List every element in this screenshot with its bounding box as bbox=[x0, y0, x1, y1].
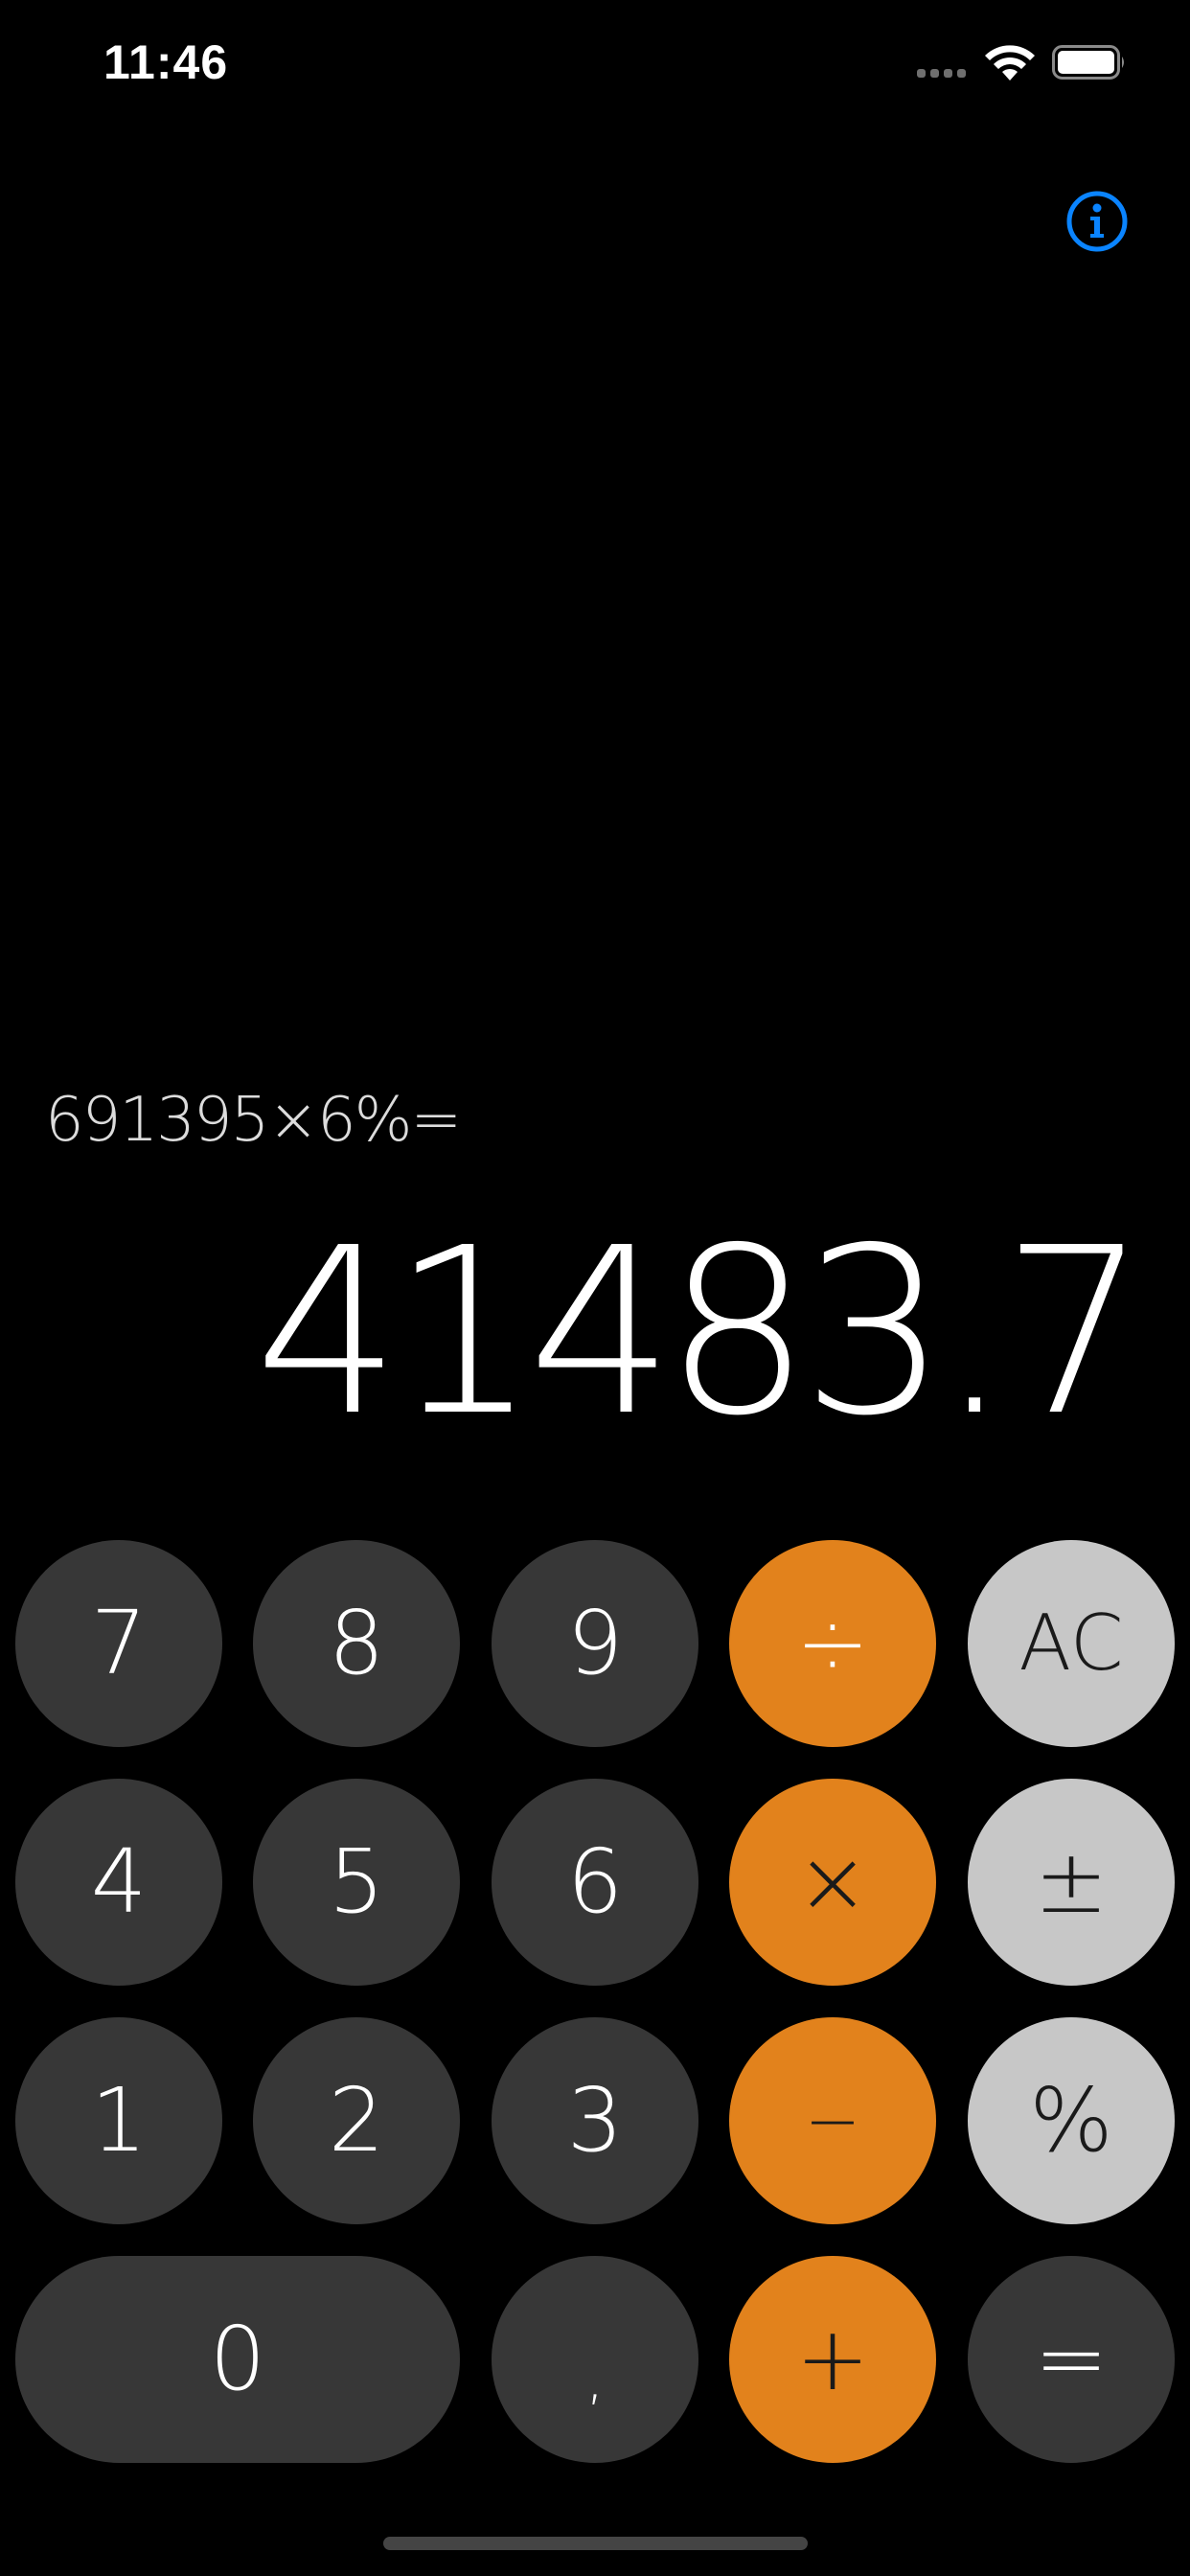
key-label: − bbox=[804, 2082, 861, 2160]
key-label: × bbox=[795, 1830, 870, 1933]
key-2[interactable]: 2 bbox=[253, 2017, 460, 2224]
expression-display: 691395×6%= bbox=[45, 1085, 462, 1156]
info-icon[interactable] bbox=[1065, 190, 1129, 253]
multiply-button[interactable]: × bbox=[729, 1779, 936, 1986]
all-clear-button[interactable]: AC bbox=[968, 1540, 1175, 1747]
key-label: + bbox=[795, 2308, 870, 2410]
key-label: 6 bbox=[566, 1830, 624, 1933]
equals-button[interactable]: = bbox=[968, 2256, 1175, 2463]
key-label: 1 bbox=[90, 2069, 148, 2172]
key-7[interactable]: 7 bbox=[15, 1540, 222, 1747]
key-label: , bbox=[585, 2345, 605, 2412]
key-label: 7 bbox=[90, 1592, 148, 1694]
key-label: ÷ bbox=[795, 1592, 870, 1694]
key-label: 9 bbox=[566, 1592, 624, 1694]
key-label: AC bbox=[1018, 1598, 1124, 1688]
key-label: 0 bbox=[209, 2308, 266, 2410]
key-label: 5 bbox=[328, 1830, 385, 1933]
key-9[interactable]: 9 bbox=[492, 1540, 698, 1747]
plus-minus-button[interactable]: ± bbox=[968, 1779, 1175, 1986]
divide-button[interactable]: ÷ bbox=[729, 1540, 936, 1747]
wifi-icon bbox=[985, 45, 1035, 80]
key-label: ± bbox=[1034, 1830, 1109, 1933]
key-0[interactable]: 0 bbox=[15, 2256, 460, 2463]
key-label: 4 bbox=[90, 1830, 148, 1933]
key-label: 2 bbox=[328, 2069, 385, 2172]
decimal-comma-button[interactable]: , bbox=[492, 2256, 698, 2463]
key-6[interactable]: 6 bbox=[492, 1779, 698, 1986]
result-display: 41483.7 bbox=[254, 1198, 1148, 1466]
key-3[interactable]: 3 bbox=[492, 2017, 698, 2224]
key-5[interactable]: 5 bbox=[253, 1779, 460, 1986]
home-indicator[interactable] bbox=[383, 2537, 808, 2550]
key-label: 3 bbox=[566, 2069, 624, 2172]
key-label: % bbox=[1029, 2069, 1113, 2172]
percent-button[interactable]: % bbox=[968, 2017, 1175, 2224]
key-label: 8 bbox=[328, 1592, 385, 1694]
key-4[interactable]: 4 bbox=[15, 1779, 222, 1986]
battery-icon bbox=[1052, 45, 1124, 80]
key-1[interactable]: 1 bbox=[15, 2017, 222, 2224]
add-button[interactable]: + bbox=[729, 2256, 936, 2463]
subtract-button[interactable]: − bbox=[729, 2017, 936, 2224]
status-time: 11:46 bbox=[103, 35, 229, 89]
key-8[interactable]: 8 bbox=[253, 1540, 460, 1747]
key-label: = bbox=[1034, 2308, 1109, 2410]
cellular-signal-icon bbox=[917, 69, 966, 78]
